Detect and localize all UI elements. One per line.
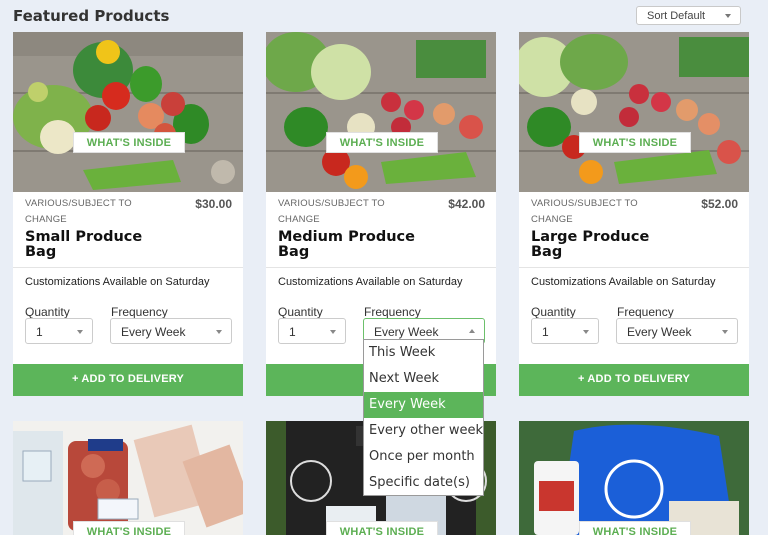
customizations-note: Customizations Available on Saturday <box>25 276 210 288</box>
product-meta: VARIOUS/SUBJECT TO CHANGE <box>278 198 385 225</box>
chevron-down-icon <box>330 330 336 334</box>
product-card-large: WHAT'S INSIDE VARIOUS/SUBJECT TO CHANGE … <box>519 32 749 365</box>
whats-inside-button[interactable]: WHAT'S INSIDE <box>579 132 691 153</box>
product-image[interactable]: WHAT'S INSIDE <box>519 32 749 192</box>
quantity-value: 1 <box>36 325 43 339</box>
frequency-value: Every Week <box>121 325 186 339</box>
product-card-meat: WHAT'S INSIDE <box>13 421 243 535</box>
product-price: $42.00 <box>448 197 485 211</box>
chevron-down-icon <box>722 330 728 334</box>
divider <box>266 267 496 268</box>
frequency-value: Every Week <box>374 325 439 339</box>
frequency-label: Frequency <box>617 305 674 319</box>
product-image[interactable]: WHAT'S INSIDE <box>13 32 243 192</box>
customizations-note: Customizations Available on Saturday <box>278 276 463 288</box>
product-name[interactable]: Medium Produce Bag <box>278 230 418 260</box>
chevron-down-icon <box>725 14 731 18</box>
sort-select-label: Sort Default <box>647 10 706 22</box>
chevron-down-icon <box>77 330 83 334</box>
frequency-dropdown-list: This Week Next Week Every Week Every oth… <box>363 339 484 496</box>
page-title: Featured Products <box>13 7 170 25</box>
whats-inside-button[interactable]: WHAT'S INSIDE <box>326 132 438 153</box>
quantity-label: Quantity <box>531 305 576 319</box>
quantity-select[interactable]: 1 <box>531 318 599 344</box>
product-name[interactable]: Large Produce Bag <box>531 230 671 260</box>
product-card-small: WHAT'S INSIDE VARIOUS/SUBJECT TO CHANGE … <box>13 32 243 365</box>
add-to-delivery-button[interactable]: + ADD TO DELIVERY <box>519 364 749 396</box>
chevron-up-icon <box>469 329 475 333</box>
divider <box>519 267 749 268</box>
frequency-select[interactable]: Every Week <box>616 318 738 344</box>
quantity-label: Quantity <box>25 305 70 319</box>
frequency-option-once-per-month[interactable]: Once per month <box>364 444 483 470</box>
whats-inside-button[interactable]: WHAT'S INSIDE <box>73 132 185 153</box>
whats-inside-button[interactable]: WHAT'S INSIDE <box>73 521 185 535</box>
frequency-option-this-week[interactable]: This Week <box>364 340 483 366</box>
product-card-medium: WHAT'S INSIDE VARIOUS/SUBJECT TO CHANGE … <box>266 32 496 365</box>
product-image[interactable] <box>519 421 749 535</box>
divider <box>13 267 243 268</box>
product-price: $30.00 <box>195 197 232 211</box>
product-meta: VARIOUS/SUBJECT TO CHANGE <box>531 198 638 225</box>
frequency-option-every-week[interactable]: Every Week <box>364 392 483 418</box>
frequency-label: Frequency <box>111 305 168 319</box>
chevron-down-icon <box>583 330 589 334</box>
frequency-value: Every Week <box>627 325 692 339</box>
frequency-option-specific-dates[interactable]: Specific date(s) <box>364 470 483 496</box>
product-name[interactable]: Small Produce Bag <box>25 230 165 260</box>
customizations-note: Customizations Available on Saturday <box>531 276 716 288</box>
whats-inside-button[interactable]: WHAT'S INSIDE <box>326 521 438 535</box>
frequency-label: Frequency <box>364 305 421 319</box>
quantity-select[interactable]: 1 <box>278 318 346 344</box>
sort-select[interactable]: Sort Default <box>636 6 741 25</box>
quantity-value: 1 <box>289 325 296 339</box>
product-price: $52.00 <box>701 197 738 211</box>
add-to-delivery-button[interactable]: + ADD TO DELIVERY <box>13 364 243 396</box>
frequency-select[interactable]: Every Week <box>110 318 232 344</box>
product-image[interactable] <box>13 421 243 535</box>
frequency-option-next-week[interactable]: Next Week <box>364 366 483 392</box>
product-meta: VARIOUS/SUBJECT TO CHANGE <box>25 198 132 225</box>
quantity-value: 1 <box>542 325 549 339</box>
quantity-label: Quantity <box>278 305 323 319</box>
product-image[interactable]: WHAT'S INSIDE <box>266 32 496 192</box>
chevron-down-icon <box>216 330 222 334</box>
product-card-dairy: WHAT'S INSIDE <box>519 421 749 535</box>
quantity-select[interactable]: 1 <box>25 318 93 344</box>
frequency-option-every-other-week[interactable]: Every other week <box>364 418 483 444</box>
whats-inside-button[interactable]: WHAT'S INSIDE <box>579 521 691 535</box>
